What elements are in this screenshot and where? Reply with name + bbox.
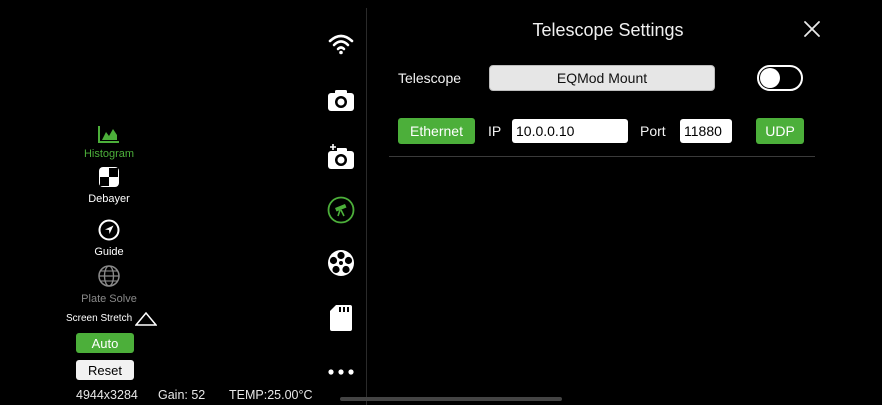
home-indicator	[340, 397, 562, 401]
debayer-tool[interactable]: Debayer	[64, 166, 154, 205]
ip-input[interactable]: 10.0.0.10	[512, 119, 628, 143]
settings-divider	[389, 156, 815, 157]
debayer-label: Debayer	[88, 193, 130, 205]
triangle-icon[interactable]	[135, 312, 157, 326]
histogram-tool[interactable]: Histogram	[64, 125, 154, 160]
filter-wheel-icon	[328, 250, 354, 276]
sd-card-icon	[330, 305, 352, 331]
more-button[interactable]	[325, 356, 357, 388]
ethernet-button-label: Ethernet	[410, 123, 463, 139]
close-icon[interactable]	[801, 18, 823, 40]
gain-text: Gain: 52	[158, 388, 206, 402]
wifi-button[interactable]	[325, 28, 357, 60]
telescope-button[interactable]	[325, 194, 357, 226]
globe-icon	[98, 265, 120, 287]
storage-button[interactable]	[325, 302, 357, 334]
port-input-value: 11880	[684, 123, 722, 139]
udp-button-label: UDP	[765, 123, 795, 139]
resolution-text: 4944x3284	[76, 388, 138, 402]
capture-button[interactable]	[325, 84, 357, 116]
screen-stretch-row: Screen Stretch	[66, 313, 138, 324]
camera-icon	[328, 90, 354, 111]
panel-title: Telescope Settings	[532, 20, 684, 40]
sequence-capture-button[interactable]	[325, 140, 357, 172]
guide-label: Guide	[94, 246, 124, 258]
telescope-icon	[327, 196, 355, 224]
telescope-connect-toggle[interactable]	[757, 65, 803, 91]
reset-button[interactable]: Reset	[76, 360, 134, 380]
wifi-icon	[328, 34, 354, 55]
filter-wheel-button[interactable]	[325, 247, 357, 279]
telescope-settings-panel: Telescope Settings Telescope EQMod Mount…	[366, 8, 849, 405]
udp-button[interactable]: UDP	[756, 118, 804, 144]
reset-button-label: Reset	[88, 362, 122, 378]
histogram-label: Histogram	[83, 148, 135, 160]
telescope-select-value: EQMod Mount	[556, 70, 648, 86]
camera-plus-icon	[328, 143, 354, 169]
telescope-label: Telescope	[398, 70, 462, 86]
port-input[interactable]: 11880	[680, 119, 732, 143]
ip-input-value: 10.0.0.10	[516, 123, 575, 139]
auto-button-label: Auto	[91, 335, 119, 351]
temperature-text: TEMP:25.00°C	[229, 388, 313, 402]
ip-label: IP	[488, 123, 502, 139]
ethernet-button[interactable]: Ethernet	[398, 118, 475, 144]
telescope-select[interactable]: EQMod Mount	[489, 65, 715, 91]
plate-solve-tool[interactable]: Plate Solve	[64, 264, 154, 305]
toggle-knob	[760, 68, 780, 88]
screen-stretch-label: Screen Stretch	[66, 313, 133, 324]
auto-button[interactable]: Auto	[76, 333, 134, 353]
guide-icon	[98, 219, 120, 241]
histogram-icon	[98, 126, 119, 143]
port-label: Port	[640, 123, 666, 139]
plate-solve-label: Plate Solve	[81, 293, 137, 305]
more-icon	[328, 369, 354, 375]
guide-tool[interactable]: Guide	[64, 219, 154, 258]
debayer-icon	[99, 167, 119, 187]
